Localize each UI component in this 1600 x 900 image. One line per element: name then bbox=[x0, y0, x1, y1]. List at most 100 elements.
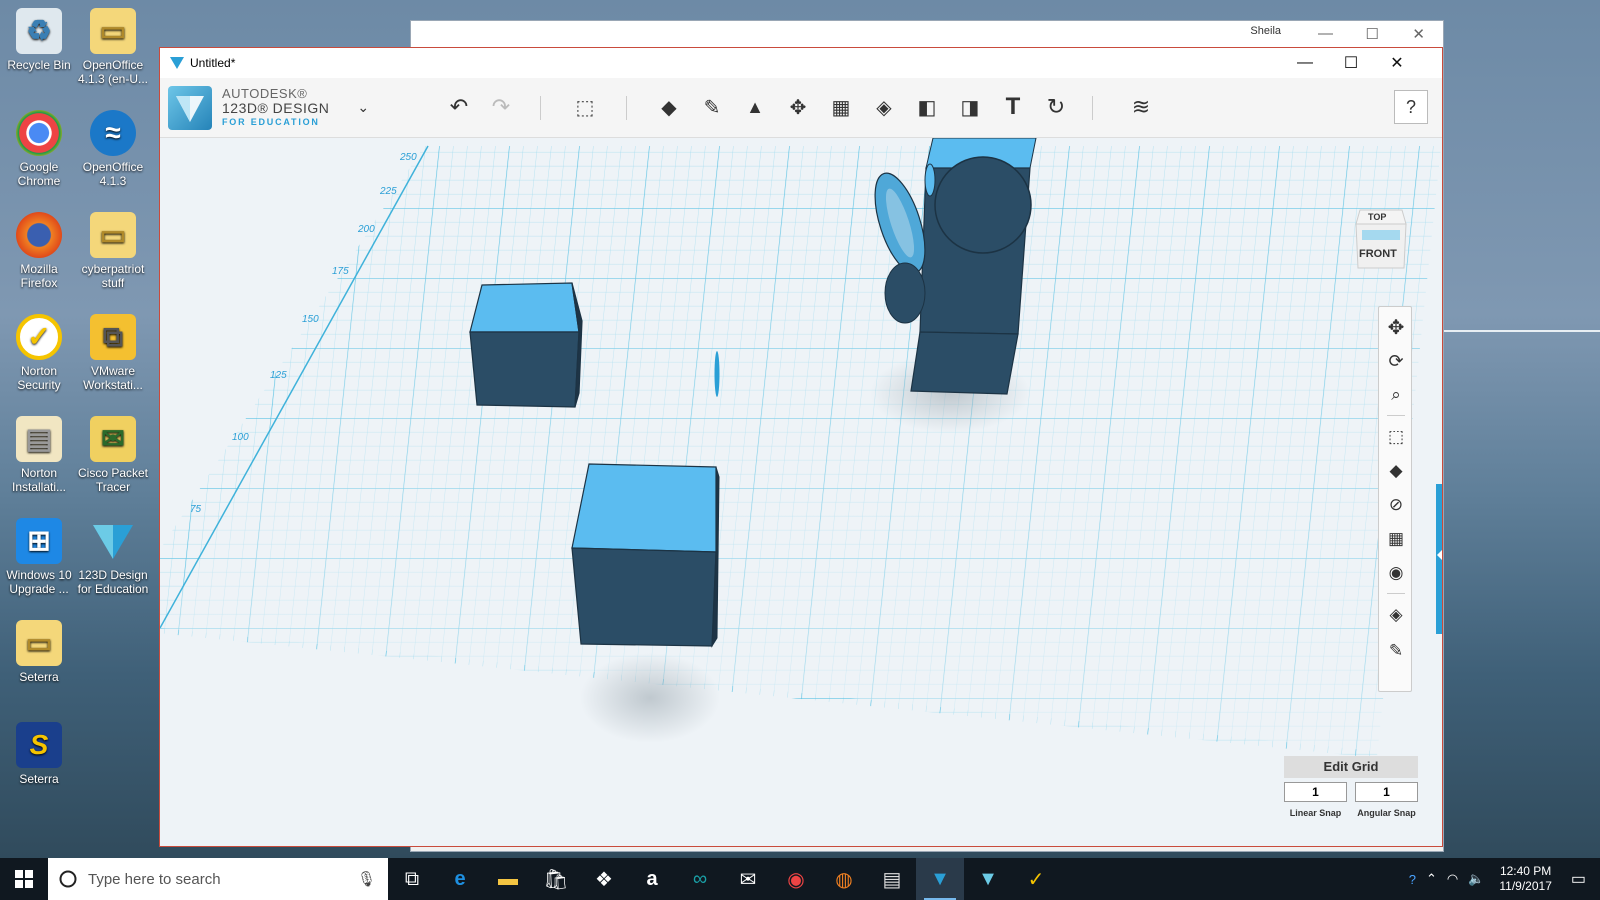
recycle-bin-icon: ♻ bbox=[16, 8, 62, 54]
brand-menu[interactable]: AUTODESK® 123D® DESIGN FOR EDUCATION ⌄ bbox=[168, 85, 369, 130]
orbit-icon[interactable]: ⟳ bbox=[1384, 349, 1408, 373]
help-button[interactable]: ? bbox=[1394, 90, 1428, 124]
notepad-icon[interactable]: ▤ bbox=[868, 858, 916, 900]
help-tray-icon[interactable]: ? bbox=[1409, 872, 1416, 887]
toolbar-divider bbox=[1092, 96, 1093, 120]
openoffice-icon: ≈ bbox=[90, 110, 136, 156]
firefox-icon[interactable]: ◍ bbox=[820, 858, 868, 900]
norton-icon[interactable]: ✓ bbox=[1012, 858, 1060, 900]
edge-icon[interactable]: e bbox=[436, 858, 484, 900]
123d-icon bbox=[90, 518, 136, 564]
transform-button[interactable]: ⬚ bbox=[570, 92, 600, 122]
ruler-label: 250 bbox=[399, 152, 417, 163]
wifi-icon[interactable]: ◠ bbox=[1447, 871, 1458, 887]
amazon-icon[interactable]: a bbox=[628, 858, 676, 900]
file-explorer-icon[interactable]: ▬ bbox=[484, 858, 532, 900]
solids-icon[interactable]: ◈ bbox=[1384, 603, 1408, 627]
clock[interactable]: 12:40 PM 11/9/2017 bbox=[1499, 864, 1552, 894]
view-cube-front-label[interactable]: FRONT bbox=[1359, 248, 1397, 260]
sketch-button[interactable]: ✎ bbox=[697, 92, 727, 122]
desktop-icon-vmware[interactable]: ⧉ VMware Workstati... bbox=[76, 314, 150, 392]
modify-icon: ✥ bbox=[789, 96, 807, 119]
desktop-icon-openoffice[interactable]: ≈ OpenOffice 4.1.3 bbox=[76, 110, 150, 188]
desktop-icon-firefox[interactable]: Mozilla Firefox bbox=[2, 212, 76, 290]
windows-icon: ⊞ bbox=[16, 518, 62, 564]
app-window[interactable]: Untitled* — ☐ ✕ AUTODESK® 123D® DESIGN F… bbox=[159, 47, 1443, 847]
view-cube-icon[interactable]: ◆ bbox=[1384, 459, 1408, 483]
mail-icon[interactable]: ✉ bbox=[724, 858, 772, 900]
angular-snap-input[interactable] bbox=[1355, 782, 1418, 802]
search-placeholder: Type here to search bbox=[88, 870, 221, 888]
start-button[interactable] bbox=[0, 858, 48, 900]
small-cube[interactable] bbox=[469, 282, 583, 408]
chevron-left-icon[interactable] bbox=[1437, 550, 1442, 560]
desktop-icon-norton-installer[interactable]: ▤ Norton Installati... bbox=[2, 416, 76, 494]
pan-icon[interactable]: ✥ bbox=[1384, 315, 1408, 339]
desktop-icon-windows-upgrade[interactable]: ⊞ Windows 10 Upgrade ... bbox=[2, 518, 76, 596]
pattern-button[interactable]: ▦ bbox=[826, 92, 856, 122]
desktop-icon-norton[interactable]: ✓ Norton Security bbox=[2, 314, 76, 392]
desktop-icon-label: Mozilla Firefox bbox=[20, 262, 58, 290]
large-cube[interactable] bbox=[571, 463, 720, 648]
desktop-icon-123d-design[interactable]: 123D Design for Education bbox=[76, 518, 150, 596]
desktop-icon-recycle-bin[interactable]: ♻ Recycle Bin bbox=[2, 8, 76, 72]
microphone-icon[interactable]: 🎙 bbox=[357, 870, 376, 888]
store-icon[interactable]: 🛍 bbox=[532, 858, 580, 900]
materials-view-icon[interactable]: ▦ bbox=[1384, 527, 1408, 551]
chevron-down-icon[interactable]: ⌄ bbox=[357, 99, 369, 116]
maximize-icon[interactable]: ☐ bbox=[1366, 25, 1379, 43]
primitives-button[interactable]: ◆ bbox=[654, 92, 684, 122]
scene-canvas[interactable]: 250 225 200 175 150 125 100 75 bbox=[160, 138, 1442, 846]
task-view-icon[interactable]: ⧉ bbox=[388, 858, 436, 900]
materials-button[interactable]: ≋ bbox=[1126, 92, 1156, 122]
volume-icon[interactable]: 🔈 bbox=[1468, 871, 1484, 887]
taskbar-search[interactable]: Type here to search 🎙 bbox=[48, 858, 388, 900]
toolbar-divider bbox=[626, 96, 627, 120]
measure-button[interactable]: ◨ bbox=[955, 92, 985, 122]
window-title: Untitled* bbox=[190, 56, 236, 70]
close-icon[interactable]: ✕ bbox=[1412, 25, 1425, 43]
chrome-icon[interactable]: ◉ bbox=[772, 858, 820, 900]
nav-divider bbox=[1387, 593, 1405, 594]
sketches-icon[interactable]: ✎ bbox=[1384, 639, 1408, 663]
edit-grid-button[interactable]: Edit Grid bbox=[1284, 756, 1418, 778]
desktop-icon-seterra[interactable]: S Seterra bbox=[2, 722, 76, 786]
undo-button[interactable]: ↶ bbox=[444, 92, 474, 122]
snap-button[interactable]: ↻ bbox=[1041, 92, 1071, 122]
view-cube[interactable]: TOP FRONT bbox=[1354, 206, 1408, 270]
redo-button[interactable]: ↷ bbox=[486, 92, 516, 122]
desktop-icon-label: Recycle Bin bbox=[7, 58, 71, 72]
sketch-profile[interactable] bbox=[714, 351, 720, 397]
zoom-icon[interactable]: ⌕ bbox=[1384, 383, 1408, 407]
maximize-button[interactable]: ☐ bbox=[1328, 48, 1374, 78]
visibility-icon[interactable]: ⊘ bbox=[1384, 493, 1408, 517]
camera-icon[interactable]: ◉ bbox=[1384, 561, 1408, 585]
desktop-icon-label: 123D Design for Education bbox=[77, 568, 149, 596]
fit-icon[interactable]: ⬚ bbox=[1384, 425, 1408, 449]
desktop-icon-chrome[interactable]: Google Chrome bbox=[2, 110, 76, 188]
grouping-button[interactable]: ◈ bbox=[869, 92, 899, 122]
transform-icon: ⬚ bbox=[575, 96, 595, 119]
123d-design-icon[interactable]: ▼ bbox=[916, 858, 964, 900]
text-button[interactable]: T bbox=[998, 92, 1028, 122]
construct-button[interactable]: ▲ bbox=[740, 92, 770, 122]
desktop-icon-packet-tracer[interactable]: ✉ Cisco Packet Tracer bbox=[76, 416, 150, 494]
desktop-icon-openoffice-folder[interactable]: ▭ OpenOffice 4.1.3 (en-U... bbox=[76, 8, 150, 86]
chevron-up-icon[interactable]: ⌃ bbox=[1426, 871, 1437, 887]
linear-snap-input[interactable] bbox=[1284, 782, 1347, 802]
arduino-icon[interactable]: ∞ bbox=[676, 858, 724, 900]
norton-installer-icon: ▤ bbox=[16, 416, 62, 462]
minimize-icon[interactable]: — bbox=[1318, 25, 1333, 42]
close-button[interactable]: ✕ bbox=[1374, 48, 1420, 78]
desktop-icon-cyberpatriot[interactable]: ▭ cyberpatriot stuff bbox=[76, 212, 150, 290]
minimize-button[interactable]: — bbox=[1282, 48, 1328, 78]
123d-make-icon[interactable]: ▼ bbox=[964, 858, 1012, 900]
view-cube-top-label[interactable]: TOP bbox=[1368, 212, 1386, 222]
modify-button[interactable]: ✥ bbox=[783, 92, 813, 122]
combine-button[interactable]: ◧ bbox=[912, 92, 942, 122]
desktop-icon-seterra-folder[interactable]: ▭ Seterra bbox=[2, 620, 76, 684]
sketch-icon: ✎ bbox=[703, 96, 721, 119]
notifications-icon[interactable]: ▭ bbox=[1571, 869, 1586, 889]
3d-viewport[interactable]: 250 225 200 175 150 125 100 75 TOP FRONT… bbox=[160, 138, 1442, 846]
dropbox-icon[interactable]: ❖ bbox=[580, 858, 628, 900]
